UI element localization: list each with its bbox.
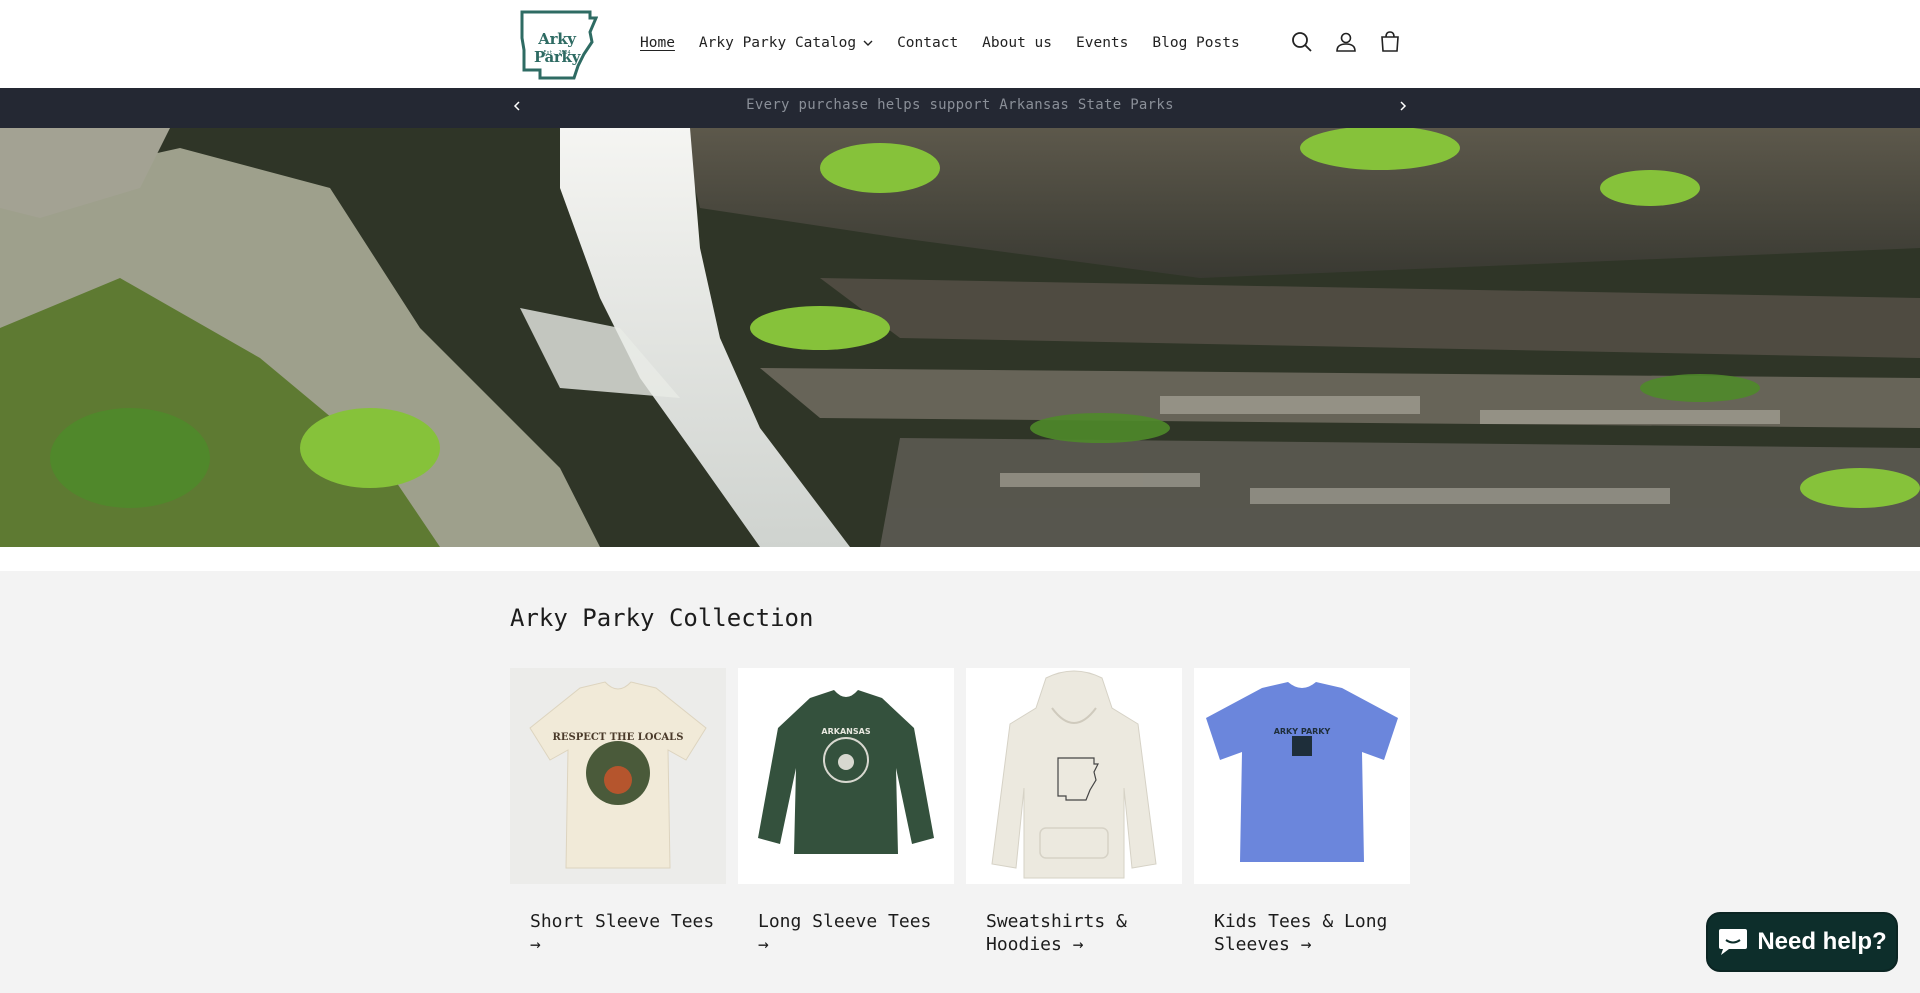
section-spacer [0,547,1920,571]
collection-card-sweatshirts[interactable]: Sweatshirts & Hoodies → [966,668,1182,956]
collection-card-long-sleeve[interactable]: ARKANSAS Long Sleeve Tees → [738,668,954,956]
nav-home[interactable]: Home [640,35,675,51]
shirt-graphic-text: RESPECT THE LOCALS [553,732,684,743]
main-nav: Home Arky Parky Catalog Contact About us… [628,32,1252,54]
collection-card-kids[interactable]: ARKY PARKY Kids Tees & Long Sleeves → [1194,668,1410,956]
site-header: Arky Parky Est. 2024 Home Arky Parky Cat… [0,0,1920,88]
header-icons [1290,30,1402,54]
nav-label: Arky Parky Catalog [698,35,857,51]
kids-tshirt-image: ARKY PARKY [1206,682,1398,862]
collection-card-label[interactable]: Short Sleeve Tees → [510,910,726,956]
collection-card-label[interactable]: Sweatshirts & Hoodies → [966,910,1182,956]
nav-label: About us [982,35,1053,51]
hero-banner-image [0,128,1920,547]
logo-subtext: Est. 2024 [543,50,571,56]
cart-icon[interactable] [1378,30,1402,54]
account-icon[interactable] [1334,30,1358,54]
chat-label: Need help? [1757,928,1887,955]
nav-label: Contact [897,35,959,51]
announcement-bar: Every purchase helps support Arkansas St… [0,88,1920,128]
logo-text: Arky Parky [533,30,581,66]
longsleeve-image: ARKANSAS [758,690,934,854]
product-image[interactable]: ARKANSAS [738,668,954,884]
collection-card-short-sleeve[interactable]: RESPECT THE LOCALS Short Sleeve Tees → [510,668,726,956]
nav-label: Home [640,35,675,51]
product-image[interactable]: RESPECT THE LOCALS [510,668,726,884]
nav-events[interactable]: Events [1076,35,1128,51]
collection-card-label[interactable]: Long Sleeve Tees → [738,910,954,956]
nav-label: Blog Posts [1152,35,1240,51]
tshirt-image: RESPECT THE LOCALS [529,681,707,869]
shirt-graphic-text: ARKANSAS [821,727,870,736]
chevron-right-icon[interactable] [1397,100,1409,112]
waterfall-landscape-image [0,128,1920,547]
product-image[interactable] [966,668,1182,884]
shirt-graphic-text: ARKY PARKY [1274,727,1331,736]
collection-title: Arky Parky Collection [510,604,814,632]
hoodie-image [991,670,1157,879]
chevron-down-icon [863,40,873,46]
nav-blog-posts[interactable]: Blog Posts [1152,35,1239,51]
site-logo[interactable]: Arky Parky Est. 2024 [516,8,599,80]
product-image[interactable]: ARKY PARKY [1194,668,1410,884]
nav-label: Events [1076,35,1129,51]
nav-about-us[interactable]: About us [982,35,1052,51]
announcement-text: Every purchase helps support Arkansas St… [746,97,1174,113]
nav-catalog[interactable]: Arky Parky Catalog [699,35,873,51]
need-help-chat-button[interactable]: Need help? [1706,912,1898,972]
collection-card-label[interactable]: Kids Tees & Long Sleeves → [1194,910,1410,956]
chat-bubble-icon [1719,929,1748,955]
nav-contact[interactable]: Contact [897,35,958,51]
search-icon[interactable] [1290,30,1314,54]
